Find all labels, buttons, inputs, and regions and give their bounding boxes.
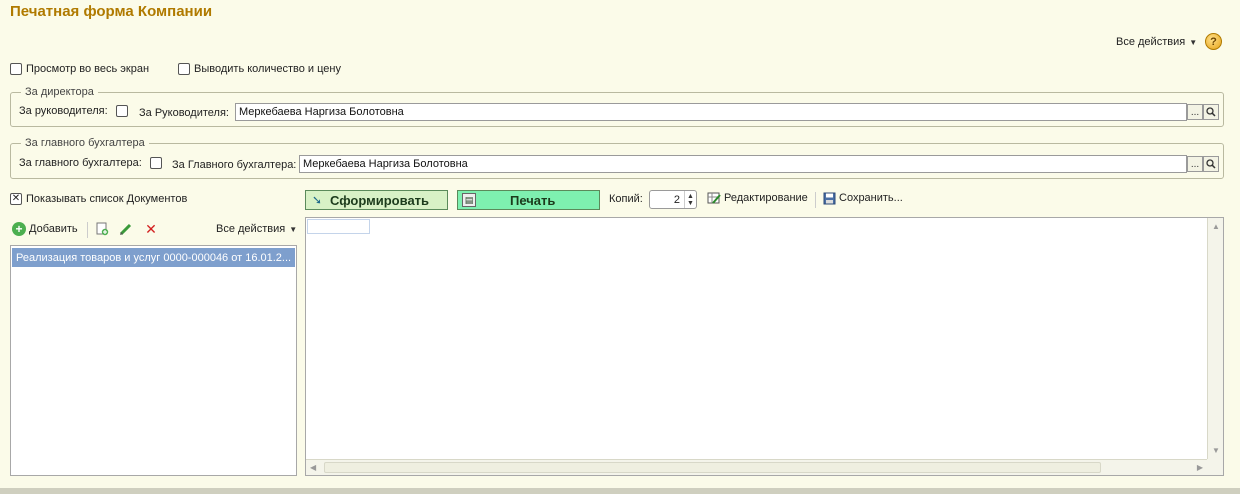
director-search-icon[interactable]: [1203, 104, 1219, 120]
accountant-field-label: За Главного бухгалтера:: [172, 159, 297, 171]
refresh-arrow-icon: ➘: [311, 193, 323, 207]
vertical-scrollbar[interactable]: ▲ ▼: [1207, 218, 1223, 459]
fullscreen-label: Просмотр во весь экран: [26, 63, 150, 75]
copy-document-icon[interactable]: [95, 222, 109, 236]
show-docs-label: Показывать список Документов: [26, 193, 188, 205]
edit-label: Редактирование: [724, 192, 808, 204]
caret-down-icon: ▼: [289, 224, 298, 234]
director-lookup-button[interactable]: ...: [1187, 104, 1203, 120]
delete-icon[interactable]: ✕: [144, 221, 158, 237]
save-label: Сохранить...: [839, 192, 903, 204]
scroll-up-icon[interactable]: ▲: [1212, 222, 1220, 231]
documents-list[interactable]: Реализация товаров и услуг 0000-000046 о…: [10, 245, 297, 476]
accountant-search-icon[interactable]: [1203, 156, 1219, 172]
print-button[interactable]: ▤ Печать: [457, 190, 600, 210]
accountant-legend: За главного бухгалтера: [21, 137, 149, 149]
director-field-label: За Руководителя:: [139, 107, 229, 119]
list-item[interactable]: Реализация товаров и услуг 0000-000046 о…: [12, 248, 295, 267]
edit-pencil-icon[interactable]: [119, 222, 133, 236]
selected-cell[interactable]: [307, 219, 370, 234]
add-button[interactable]: + Добавить: [12, 222, 78, 236]
add-label: Добавить: [29, 223, 78, 235]
all-actions-menu-list[interactable]: Все действия ▼: [216, 223, 297, 235]
all-actions-menu-top[interactable]: Все действия ▼: [1116, 36, 1197, 48]
floppy-disk-icon: [822, 191, 836, 205]
form-button-label: Сформировать: [330, 192, 430, 208]
accountant-input[interactable]: Меркебаева Наргиза Болотовна: [299, 155, 1187, 173]
director-group: За директора За руководителя: За Руковод…: [10, 86, 1224, 127]
copies-stepper[interactable]: 2 ▲ ▼: [649, 190, 697, 209]
horizontal-scrollbar[interactable]: ◀ ▶: [306, 459, 1207, 475]
horizontal-scroll-thumb[interactable]: [324, 462, 1101, 473]
director-checkbox[interactable]: [115, 105, 128, 117]
accountant-lookup-button[interactable]: ...: [1187, 156, 1203, 172]
director-checkbox-row: За руководителя:: [19, 105, 128, 117]
show-docs-checkbox[interactable]: ✕: [10, 193, 22, 205]
accountant-checkbox-row: За главного бухгалтера:: [19, 157, 162, 169]
page-title: Печатная форма Компании: [10, 3, 213, 20]
director-checkbox-label: За руководителя:: [19, 105, 108, 117]
save-button[interactable]: Сохранить...: [822, 191, 903, 205]
show-docs-option[interactable]: ✕ Показывать список Документов: [10, 193, 187, 205]
director-legend: За директора: [21, 86, 98, 98]
director-input[interactable]: Меркебаева Наргиза Болотовна: [235, 103, 1187, 121]
help-icon[interactable]: ?: [1205, 33, 1222, 50]
all-actions-label: Все действия: [1116, 36, 1186, 48]
edit-grid-icon: [707, 191, 721, 205]
form-button[interactable]: ➘ Сформировать: [305, 190, 448, 210]
copies-label: Копий:: [609, 193, 643, 205]
copies-value: 2: [673, 193, 680, 206]
scroll-left-icon[interactable]: ◀: [310, 463, 316, 472]
qty-price-checkbox[interactable]: [178, 63, 190, 75]
fullscreen-option[interactable]: Просмотр во весь экран: [10, 63, 149, 75]
stepper-arrows-icon[interactable]: ▲ ▼: [684, 191, 696, 208]
scroll-down-icon[interactable]: ▼: [1212, 446, 1220, 455]
accountant-checkbox-label: За главного бухгалтера:: [19, 157, 142, 169]
scroll-right-icon[interactable]: ▶: [1197, 463, 1203, 472]
qty-price-option[interactable]: Выводить количество и цену: [178, 63, 341, 75]
list-all-actions-label: Все действия: [216, 223, 286, 235]
scroll-corner: [1207, 459, 1223, 475]
print-preview-area[interactable]: ▲ ▼ ◀ ▶: [305, 217, 1224, 476]
toolbar-separator: [815, 192, 816, 208]
caret-down-icon: ▼: [1189, 37, 1198, 47]
fullscreen-checkbox[interactable]: [10, 63, 22, 75]
print-button-label: Печать: [510, 192, 556, 208]
accountant-group: За главного бухгалтера За главного бухга…: [10, 137, 1224, 179]
qty-price-label: Выводить количество и цену: [194, 63, 341, 75]
edit-button[interactable]: Редактирование: [707, 191, 808, 205]
window-bottom-edge: [0, 488, 1240, 494]
printer-icon: ▤: [462, 193, 476, 207]
add-icon: +: [12, 222, 26, 236]
list-toolbar-separator: [87, 222, 88, 238]
accountant-checkbox[interactable]: [149, 157, 162, 169]
